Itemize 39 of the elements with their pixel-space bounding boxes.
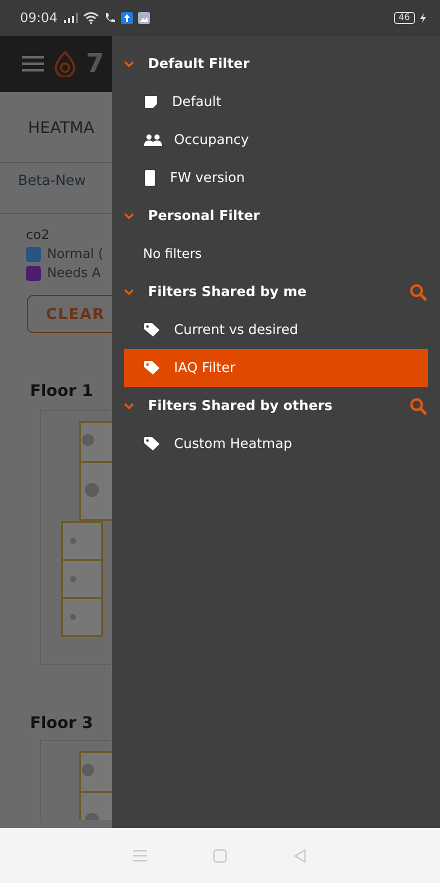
- floor-title: Floor 1: [29, 380, 94, 400]
- image-notification-icon: [138, 12, 150, 24]
- menu-icon[interactable]: [133, 850, 147, 862]
- home-icon[interactable]: [213, 848, 227, 862]
- wifi-icon: [83, 12, 100, 24]
- filter-item[interactable]: IAQ Filter: [124, 349, 428, 387]
- floor-title: Floor 3: [29, 712, 94, 732]
- search-icon[interactable]: [409, 282, 428, 302]
- section-header[interactable]: Default Filter: [112, 45, 440, 83]
- filter-item[interactable]: FW version: [124, 159, 428, 197]
- section-header[interactable]: Filters Shared by others: [112, 387, 440, 425]
- legend-title: co2: [25, 227, 50, 243]
- filter-item[interactable]: Occupancy: [124, 121, 428, 159]
- tag-icon: [144, 323, 160, 337]
- app-notification-icon: [121, 12, 134, 24]
- drop-logo-icon: [54, 51, 76, 77]
- legend-label: Needs A: [47, 266, 101, 281]
- charging-icon: [420, 13, 426, 23]
- tag-icon: [144, 361, 160, 375]
- phone-icon: [104, 12, 116, 24]
- back-icon[interactable]: [293, 848, 307, 862]
- filter-item[interactable]: Default: [124, 83, 428, 121]
- menu-icon[interactable]: [22, 56, 44, 72]
- section-header[interactable]: Personal Filter: [112, 197, 440, 235]
- search-icon[interactable]: [409, 396, 428, 416]
- status-time: 09:04: [20, 10, 58, 26]
- logo-text: 7: [86, 49, 104, 79]
- page-title: HEATMA: [27, 117, 96, 139]
- section-header[interactable]: Filters Shared by me: [112, 273, 440, 311]
- signal-icon: [64, 13, 78, 23]
- people-icon: [144, 134, 162, 146]
- device-icon: [144, 170, 156, 186]
- empty-message: No filters: [142, 246, 203, 264]
- battery-level: 46: [394, 12, 415, 24]
- legend-label: Normal (: [47, 247, 104, 262]
- filter-item[interactable]: Custom Heatmap: [124, 425, 428, 463]
- filter-item[interactable]: Current vs desired: [124, 311, 428, 349]
- tag-icon: [144, 437, 160, 451]
- note-icon: [144, 95, 158, 109]
